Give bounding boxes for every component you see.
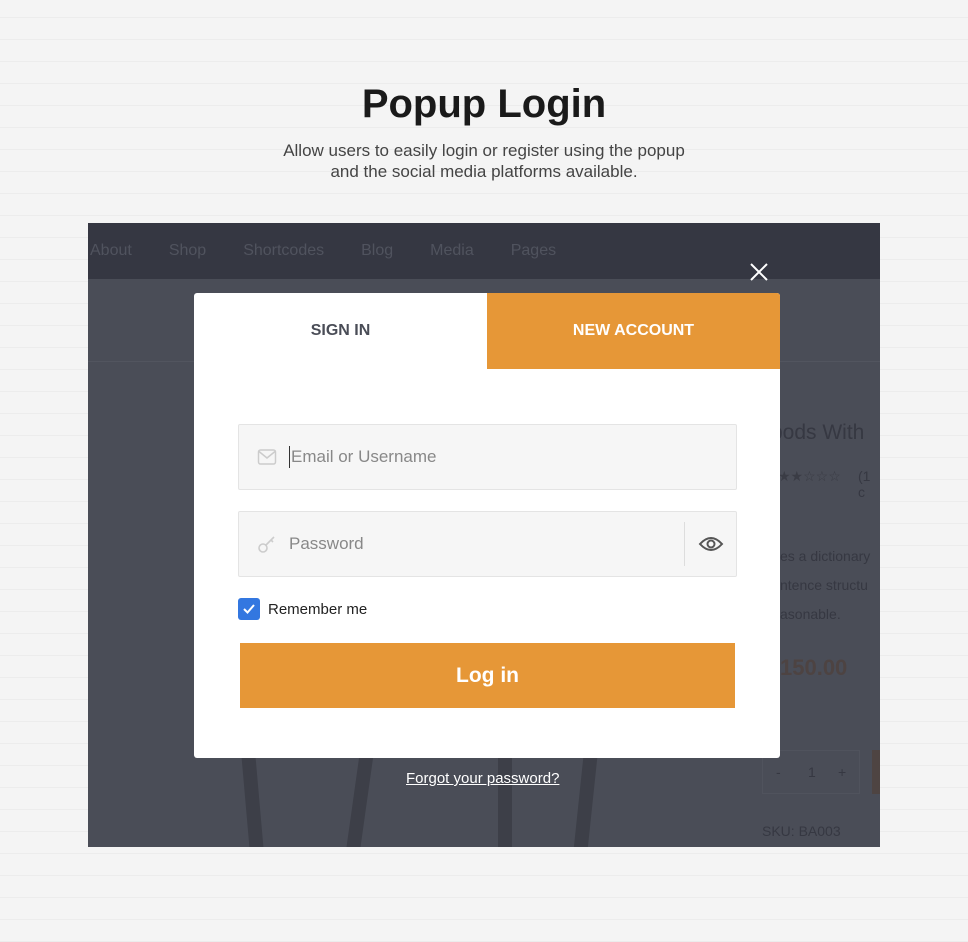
close-icon[interactable] (748, 261, 770, 283)
page-title: Popup Login (361, 82, 607, 126)
qty-value[interactable]: 1 (808, 764, 816, 780)
nav-blog[interactable]: Blog (361, 242, 393, 260)
nav-shop[interactable]: Shop (169, 242, 206, 260)
page-subtitle: Allow users to easily login or register … (283, 141, 685, 181)
eye-icon (698, 537, 723, 551)
tab-sign-in[interactable]: SIGN IN (194, 293, 487, 369)
product-price: 150.00 (780, 655, 848, 680)
remember-me[interactable]: Remember me (238, 598, 367, 620)
login-modal: SIGN IN NEW ACCOUNT Email or Username Pa… (194, 293, 780, 758)
show-password-button[interactable] (684, 522, 736, 566)
remember-label: Remember me (268, 600, 368, 618)
product-sku: SKU: BA003 (762, 823, 841, 839)
tab-new-account[interactable]: NEW ACCOUNT (487, 293, 780, 369)
nav-about[interactable]: About (90, 242, 132, 260)
review-count: (1 c (858, 468, 871, 500)
check-icon (243, 604, 255, 614)
qty-plus[interactable]: + (838, 764, 846, 780)
qty-minus[interactable]: - (776, 764, 781, 780)
envelope-icon (257, 449, 277, 465)
remember-checkbox[interactable] (238, 598, 260, 620)
email-field[interactable]: Email or Username (238, 424, 737, 490)
forgot-password-link[interactable]: Forgot your password? (406, 770, 559, 787)
product-desc: asonable. (780, 606, 841, 622)
product-desc: es a dictionary (780, 548, 871, 564)
login-button[interactable]: Log in (240, 643, 735, 708)
key-icon (258, 536, 275, 553)
screenshot-frame: About Shop Shortcodes Blog Media Pages r… (88, 223, 880, 847)
nav-pages[interactable]: Pages (511, 242, 556, 260)
product-desc: ntence structu (780, 577, 868, 593)
stars-icon: ★★☆☆☆ (778, 468, 841, 484)
nav-shortcodes[interactable]: Shortcodes (243, 242, 324, 260)
password-field[interactable]: Password (238, 511, 737, 577)
nav-media[interactable]: Media (430, 242, 474, 260)
